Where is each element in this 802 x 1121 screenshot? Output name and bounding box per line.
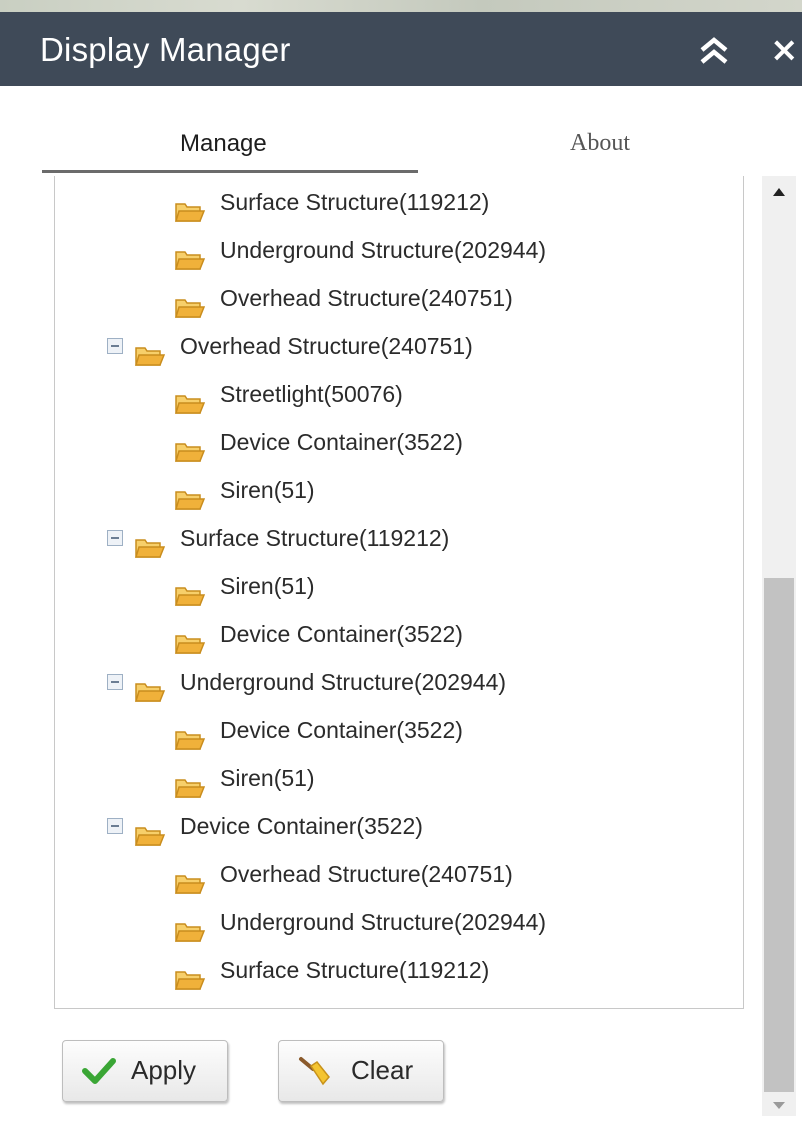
- tree-item-row[interactable]: Underground Structure(202944): [55, 898, 743, 946]
- tree-item-row[interactable]: Siren(51): [55, 562, 743, 610]
- scrollbar-thumb[interactable]: [764, 578, 794, 1092]
- scroll-down-arrow-icon[interactable]: [762, 1094, 796, 1116]
- tree-item-label: Siren(51): [220, 573, 315, 599]
- folder-open-icon: [174, 287, 206, 318]
- layer-tree: Siren(51) Surface Structure(119212) Underg…: [54, 176, 744, 1009]
- tree-item-label: Surface Structure(119212): [220, 189, 490, 215]
- folder-open-icon: [134, 527, 166, 558]
- tree-item-row[interactable]: Underground Structure(202944): [55, 226, 743, 274]
- tree-item-row[interactable]: Siren(51): [55, 754, 743, 802]
- tree-group-row[interactable]: Overhead Structure(240751): [55, 322, 743, 370]
- tree-item-label: Underground Structure(202944): [220, 237, 547, 263]
- tree-item-label: Device Container(3522): [220, 717, 463, 743]
- folder-open-icon: [174, 431, 206, 462]
- folder-open-icon: [134, 671, 166, 702]
- folder-open-icon: [174, 191, 206, 222]
- tab-about[interactable]: About: [570, 130, 630, 157]
- folder-open-icon: [174, 959, 206, 990]
- folder-open-icon: [174, 767, 206, 798]
- folder-open-icon: [134, 335, 166, 366]
- checkmark-icon: [81, 1055, 117, 1087]
- panel-titlebar: Display Manager ×: [0, 12, 802, 86]
- tree-item-row[interactable]: Surface Structure(119212): [55, 946, 743, 994]
- tree-group-row[interactable]: Surface Structure(119212): [55, 514, 743, 562]
- collapse-toggle-icon[interactable]: [107, 818, 123, 834]
- collapse-toggle-icon[interactable]: [107, 338, 123, 354]
- tree-group-row[interactable]: Underground Structure(202944): [55, 658, 743, 706]
- tab-bar: Manage About: [42, 120, 762, 178]
- tree-item-label: Siren(51): [220, 765, 315, 791]
- tree-item-label: Streetlight(50076): [220, 381, 403, 407]
- tree-item-label: Overhead Structure(240751): [220, 285, 513, 311]
- tree-item-row[interactable]: Overhead Structure(240751): [55, 850, 743, 898]
- tree-group-row[interactable]: Device Container(3522): [55, 802, 743, 850]
- collapse-toggle-icon[interactable]: [107, 674, 123, 690]
- tree-group-label: Underground Structure(202944): [180, 669, 507, 695]
- close-icon[interactable]: ×: [770, 30, 802, 70]
- tree-item-row[interactable]: Siren(51): [55, 466, 743, 514]
- tree-item-label: Device Container(3522): [220, 429, 463, 455]
- collapse-toggle-icon[interactable]: [107, 530, 123, 546]
- tree-item-label: Device Container(3522): [220, 621, 463, 647]
- tree-item-label: Underground Structure(202944): [220, 909, 547, 935]
- folder-open-icon: [174, 863, 206, 894]
- clear-button[interactable]: Clear: [278, 1040, 444, 1102]
- tree-group-label: Overhead Structure(240751): [180, 333, 473, 359]
- apply-button[interactable]: Apply: [62, 1040, 228, 1102]
- tree-item-row[interactable]: Device Container(3522): [55, 418, 743, 466]
- folder-open-icon: [174, 383, 206, 414]
- scroll-up-arrow-icon[interactable]: [762, 176, 796, 206]
- folder-open-icon: [174, 575, 206, 606]
- apply-button-label: Apply: [131, 1055, 197, 1085]
- tree-item-label: Surface Structure(119212): [220, 957, 490, 983]
- map-background-strip: [0, 0, 802, 12]
- tree-item-row[interactable]: Device Container(3522): [55, 706, 743, 754]
- folder-open-icon: [174, 623, 206, 654]
- clear-button-label: Clear: [351, 1055, 414, 1085]
- tree-item-row[interactable]: Surface Structure(119212): [55, 178, 743, 226]
- folder-open-icon: [134, 815, 166, 846]
- tree-item-label: Siren(51): [220, 477, 315, 503]
- tab-manage[interactable]: Manage: [180, 130, 267, 158]
- panel-title: Display Manager: [40, 31, 291, 68]
- folder-open-icon: [174, 239, 206, 270]
- tree-group-label: Device Container(3522): [180, 813, 423, 839]
- vertical-scrollbar[interactable]: [762, 176, 796, 1116]
- folder-open-icon: [174, 479, 206, 510]
- tree-content: Siren(51) Surface Structure(119212) Underg…: [55, 176, 743, 994]
- folder-open-icon: [174, 911, 206, 942]
- tree-item-row[interactable]: Device Container(3522): [55, 610, 743, 658]
- tree-item-label: Overhead Structure(240751): [220, 861, 513, 887]
- tree-group-label: Surface Structure(119212): [180, 525, 450, 551]
- active-tab-indicator: [42, 170, 418, 173]
- double-chevron-up-icon[interactable]: [696, 34, 732, 68]
- tree-item-row[interactable]: Streetlight(50076): [55, 370, 743, 418]
- tree-item-row[interactable]: Overhead Structure(240751): [55, 274, 743, 322]
- broom-icon: [297, 1055, 333, 1087]
- folder-open-icon: [174, 719, 206, 750]
